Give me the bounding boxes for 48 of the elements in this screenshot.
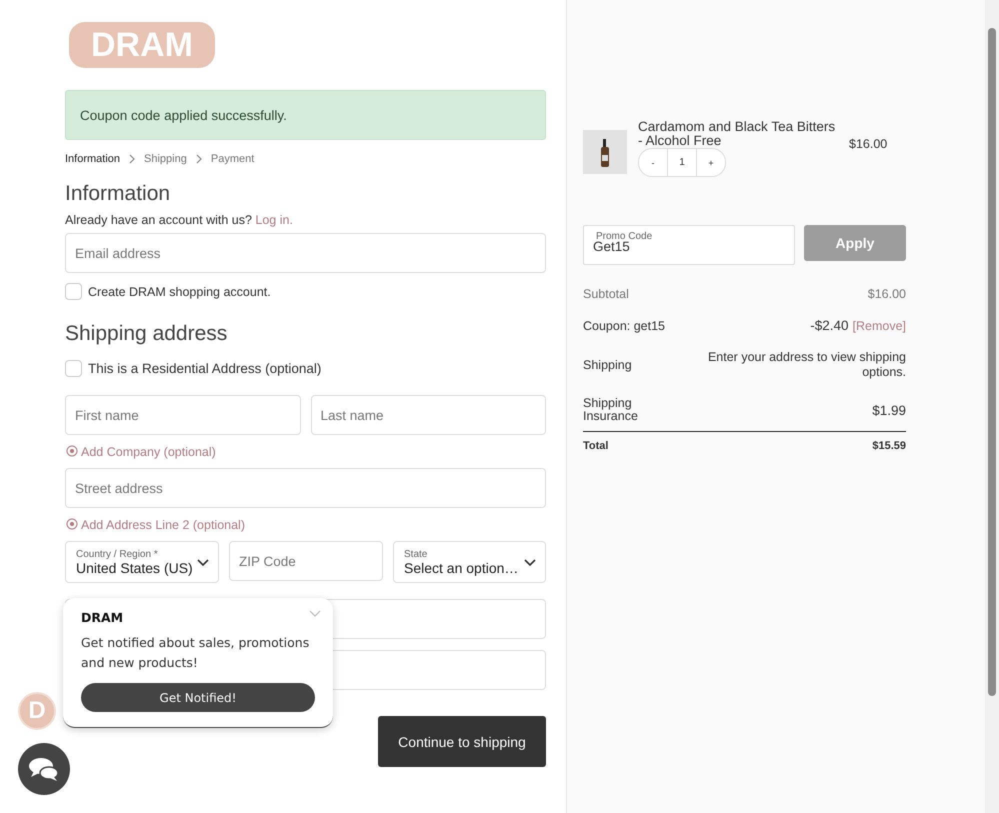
get-notified-button[interactable]: Get Notified! (81, 683, 315, 712)
chevron-right-icon (127, 154, 138, 164)
plus-circle-icon[interactable] (66, 445, 78, 457)
quantity-stepper[interactable]: - 1 + (638, 148, 726, 177)
email-field[interactable]: Email address (65, 233, 546, 273)
last-name-field[interactable]: Last name (310, 395, 546, 435)
scrollbar-thumb[interactable] (988, 28, 996, 696)
summary-value: $1.99 (872, 402, 906, 418)
section-heading: Shipping address (65, 322, 228, 346)
summary-label: Coupon: get15 (583, 318, 666, 332)
breadcrumb-step[interactable]: Information (65, 153, 120, 165)
add-address-line-link[interactable]: Add Address Line 2 (optional) (66, 518, 546, 532)
add-company-link[interactable]: Add Company (optional) (66, 445, 546, 459)
summary-value: $16.00 (868, 287, 906, 301)
product-name[interactable]: Cardamom and Black Tea Bitters - Alcohol Free (638, 120, 838, 148)
checkbox[interactable] (65, 360, 82, 377)
summary-label: Shipping Insurance (583, 397, 639, 423)
chevron-right-icon (194, 154, 204, 164)
apply-button[interactable]: Apply (804, 225, 906, 261)
summary-label: Shipping (583, 358, 632, 372)
chevron-down-icon[interactable] (309, 610, 321, 618)
breadcrumb-step[interactable]: Shipping (144, 153, 187, 165)
checkbox[interactable] (65, 283, 82, 300)
street-address-field[interactable]: Street address (65, 468, 546, 508)
remove-link[interactable]: [Remove] (852, 319, 906, 333)
success-message: Coupon code applied successfully. (65, 90, 546, 140)
summary-value: $15.59 (872, 440, 906, 452)
popup-title: DRAM (81, 610, 124, 625)
zip-code-field[interactable]: ZIP Code (229, 541, 383, 581)
popup-message: Get notified about sales, promotions and new products! (81, 634, 310, 672)
promo-code-field[interactable]: Promo Code Get15 (583, 225, 795, 265)
login-link[interactable]: Log in. (255, 213, 293, 227)
summary-value: Enter your address to view shipping options. (706, 350, 906, 380)
breadcrumb-step[interactable]: Payment (210, 153, 254, 165)
continue-button[interactable]: Continue to shipping (378, 716, 546, 767)
checkbox-label: This is a Residential Address (optional) (88, 361, 322, 376)
section-heading: Information (65, 182, 172, 206)
state-select[interactable]: State Select an option… (393, 541, 546, 583)
checkbox-label: Create DRAM shopping account. (88, 284, 271, 298)
account-prompt: Already have an account with us? (65, 213, 253, 227)
product-price: $16.00 (849, 137, 888, 151)
summary-label: Subtotal (583, 287, 629, 301)
summary-value: -$2.40 (810, 318, 848, 333)
first-name-field[interactable]: First name (65, 395, 300, 435)
country-select[interactable]: Country / Region * United States (US) (65, 541, 219, 583)
plus-circle-icon[interactable] (66, 518, 78, 530)
summary-label: Total (583, 440, 608, 452)
chat-icon[interactable] (18, 743, 70, 795)
